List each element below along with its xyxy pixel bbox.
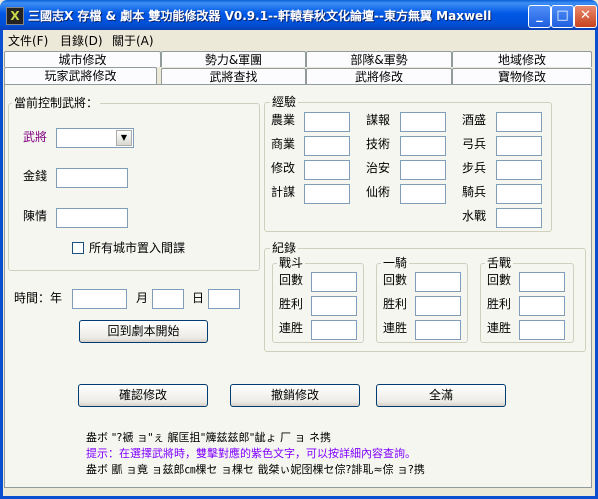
record-label: 胜利 (487, 297, 512, 311)
gold-input[interactable] (56, 168, 128, 188)
petition-input[interactable] (56, 208, 128, 228)
general-select[interactable]: ▼ (56, 128, 134, 148)
exp-input[interactable] (304, 136, 350, 156)
exp-label[interactable]: 修改 (271, 161, 295, 175)
exp-label[interactable]: 步兵 (462, 161, 486, 175)
tab-general-edit[interactable]: 武將修改 (306, 68, 452, 84)
battle-subgroup-label: 戰斗 (277, 256, 306, 270)
time-day-label: 日 (192, 291, 205, 305)
exp-label[interactable]: 仙術 (366, 185, 390, 199)
control-group-label: 當前控制武將： (12, 96, 101, 110)
general-label[interactable]: 武將 (23, 130, 47, 144)
exp-label[interactable]: 農業 (271, 113, 295, 127)
app-icon[interactable]: X (6, 7, 24, 25)
close-button[interactable]: ✕ (574, 5, 597, 28)
status-line: 盎ボ 爴 ョ竟 ョ兹郎㎝棵セ ョ棵セ 戠桀ぃ妮囹棵セ倧?誹耴≈倧 ョ?携 (86, 463, 425, 476)
record-label: 連胜 (383, 321, 408, 335)
tab-troops[interactable]: 部隊&軍勢 (306, 51, 452, 67)
record-label: 回數 (383, 273, 408, 287)
exp-input[interactable] (304, 160, 350, 180)
gold-label: 金錢 (23, 169, 48, 183)
tab-general-search[interactable]: 武將查找 (161, 68, 306, 84)
records-group-label: 紀錄 (270, 241, 299, 255)
menu-directory[interactable]: 目錄(D) (60, 32, 103, 49)
exp-input[interactable] (496, 112, 542, 132)
confirm-button[interactable]: 確認修改 (78, 384, 208, 407)
cancel-button[interactable]: 撤銷修改 (230, 384, 360, 407)
record-input[interactable] (415, 272, 461, 292)
record-input[interactable] (311, 296, 357, 316)
return-to-scenario-start-button[interactable]: 回到劇本開始 (79, 320, 208, 343)
record-label: 胜利 (383, 297, 408, 311)
exp-label[interactable]: 騎兵 (462, 185, 486, 199)
tab-player-general[interactable]: 玩家武將修改 (4, 67, 157, 85)
tab-region[interactable]: 地域修改 (452, 51, 592, 67)
hint-text: 提示：在選擇武將時，雙擊對應的紫色文字，可以按詳細內容查詢。 (86, 447, 416, 460)
exp-label[interactable]: 弓兵 (462, 137, 486, 151)
tab-forces[interactable]: 勢力&軍團 (161, 51, 306, 67)
time-month-label: 月 (136, 291, 149, 305)
record-label: 連胜 (279, 321, 304, 335)
record-input[interactable] (519, 296, 565, 316)
chevron-down-icon[interactable]: ▼ (116, 130, 132, 146)
record-input[interactable] (311, 272, 357, 292)
exp-input[interactable] (400, 184, 446, 204)
record-input[interactable] (311, 320, 357, 340)
max-all-button[interactable]: 全滿 (376, 384, 506, 407)
tab-treasure[interactable]: 寶物修改 (452, 68, 592, 84)
spy-checkbox-label[interactable]: 所有城市置入間諜 (89, 241, 185, 255)
day-input[interactable] (208, 289, 240, 309)
year-input[interactable] (72, 289, 127, 309)
window-title: 三國志X 存檔 & 劇本 雙功能修改器 V0.9.1--軒轅春秋文化論壇--東方… (28, 9, 492, 23)
window-frame-left (0, 30, 3, 499)
record-label: 胜利 (279, 297, 304, 311)
month-input[interactable] (152, 289, 184, 309)
exp-input[interactable] (400, 136, 446, 156)
maximize-button[interactable]: □ (551, 5, 574, 28)
menu-about[interactable]: 關于(A) (112, 32, 154, 49)
exp-input[interactable] (304, 184, 350, 204)
exp-label[interactable]: 謀報 (366, 113, 390, 127)
duel-subgroup-label: 一騎 (381, 256, 410, 270)
status-line: 盎ボ "?褫 ョ"ぇ 艉匡抯"簰兹兹郎"龇ょ 厂 ョ ネ携 (86, 431, 332, 444)
spy-checkbox[interactable] (72, 242, 84, 254)
exp-label[interactable]: 商業 (271, 137, 295, 151)
exp-input[interactable] (400, 160, 446, 180)
exp-label[interactable]: 酒盛 (462, 113, 486, 127)
record-label: 回數 (279, 273, 304, 287)
record-input[interactable] (415, 320, 461, 340)
petition-label: 陳情 (23, 209, 48, 223)
exp-label[interactable]: 技術 (366, 137, 390, 151)
menu-file[interactable]: 文件(F) (8, 32, 48, 49)
exp-label[interactable]: 治安 (366, 161, 390, 175)
debate-subgroup-label: 舌戰 (485, 256, 514, 270)
exp-input[interactable] (496, 160, 542, 180)
exp-input[interactable] (304, 112, 350, 132)
exp-label[interactable]: 水戰 (462, 209, 486, 223)
exp-label[interactable]: 計謀 (271, 185, 295, 199)
experience-group-label: 經驗 (270, 95, 299, 109)
exp-input[interactable] (496, 184, 542, 204)
exp-input[interactable] (496, 136, 542, 156)
exp-input[interactable] (496, 208, 542, 228)
record-label: 連胜 (487, 321, 512, 335)
tab-city[interactable]: 城市修改 (4, 51, 161, 67)
record-input[interactable] (415, 296, 461, 316)
exp-input[interactable] (400, 112, 446, 132)
record-input[interactable] (519, 320, 565, 340)
record-input[interactable] (519, 272, 565, 292)
record-label: 回數 (487, 273, 512, 287)
minimize-button[interactable]: _ (528, 5, 551, 28)
time-year-label: 時間：年 (14, 291, 63, 305)
